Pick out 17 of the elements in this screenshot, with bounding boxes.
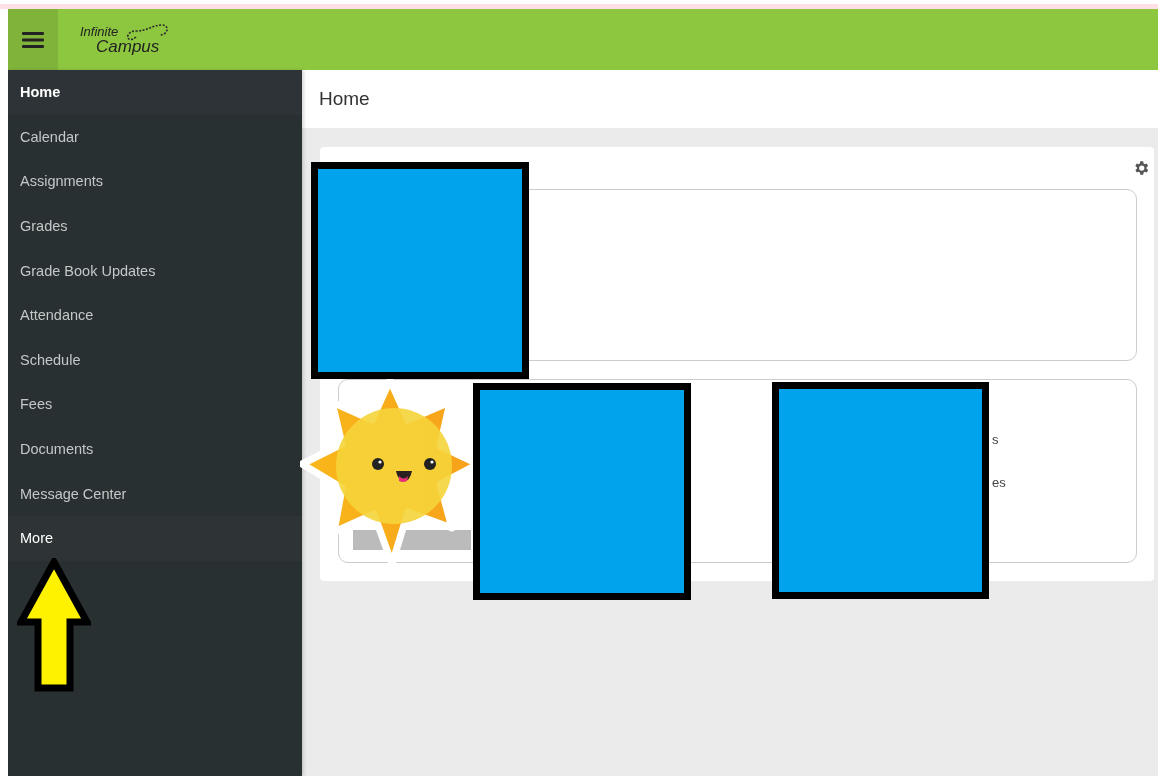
sidebar-item[interactable]: Message Center xyxy=(8,471,302,516)
logo-link[interactable]: Infinite Campus xyxy=(80,9,168,70)
sidebar-item[interactable]: More xyxy=(8,515,302,561)
sidebar-item[interactable]: Assignments xyxy=(8,159,302,204)
sidebar-item[interactable]: Grades xyxy=(8,203,302,249)
sidebar-item[interactable]: Grade Book Updates xyxy=(8,248,302,293)
widget-text: s xyxy=(992,432,1000,447)
sidebar-item[interactable]: Home xyxy=(8,70,302,115)
sidebar-item[interactable]: Attendance xyxy=(8,292,302,338)
sidebar-item[interactable]: Calendar xyxy=(8,114,302,160)
widget-text: es xyxy=(992,475,1006,490)
menu-button[interactable] xyxy=(8,9,58,70)
page-title: Home xyxy=(319,88,370,110)
sidebar-item[interactable]: Documents xyxy=(8,426,302,472)
menu-icon xyxy=(22,30,44,49)
sidebar-item[interactable]: Schedule xyxy=(8,337,302,383)
sidebar-item[interactable]: Fees xyxy=(8,382,302,427)
